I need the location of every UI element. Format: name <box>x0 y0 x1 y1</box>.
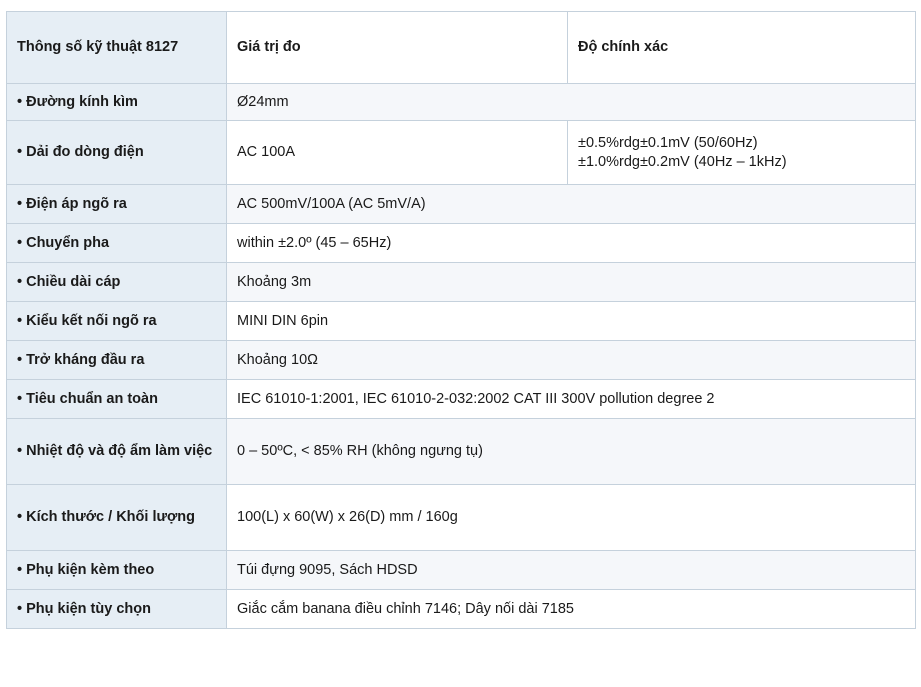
table-row: • Nhiệt độ và độ ẩm làm việc 0 – 50ºC, <… <box>6 418 916 485</box>
table-header-row: Thông số kỹ thuật 8127 Giá trị đo Độ chí… <box>6 11 916 84</box>
row-value: 100(L) x 60(W) x 26(D) mm / 160g <box>226 484 916 551</box>
row-label: • Phụ kiện tùy chọn <box>6 589 227 629</box>
row-value: AC 100A <box>226 120 568 185</box>
header-spec: Thông số kỹ thuật 8127 <box>6 11 227 84</box>
row-label: • Kiểu kết nối ngõ ra <box>6 301 227 341</box>
row-value: Khoảng 3m <box>226 262 916 302</box>
row-value: Giắc cắm banana điều chỉnh 7146; Dây nối… <box>226 589 916 629</box>
table-row: • Trở kháng đầu ra Khoảng 10Ω <box>6 340 916 380</box>
accuracy-line: ±0.5%rdg±0.1mV (50/60Hz) <box>578 134 758 151</box>
table-row: • Kích thước / Khối lượng 100(L) x 60(W)… <box>6 484 916 551</box>
table-row: • Phụ kiện kèm theo Túi đựng 9095, Sách … <box>6 550 916 590</box>
row-value: Khoảng 10Ω <box>226 340 916 380</box>
header-accuracy: Độ chính xác <box>567 11 916 84</box>
row-label: • Chuyển pha <box>6 223 227 263</box>
row-label: • Dải đo dòng điện <box>6 120 227 185</box>
table-row: • Dải đo dòng điện AC 100A ±0.5%rdg±0.1m… <box>6 120 916 185</box>
row-value: IEC 61010-1:2001, IEC 61010-2-032:2002 C… <box>226 379 916 419</box>
row-label: • Đường kính kìm <box>6 83 227 121</box>
table-row: • Chiều dài cáp Khoảng 3m <box>6 262 916 302</box>
row-value: 0 – 50ºC, < 85% RH (không ngưng tụ) <box>226 418 916 485</box>
header-value: Giá trị đo <box>226 11 568 84</box>
table-row: • Chuyển pha within ±2.0º (45 – 65Hz) <box>6 223 916 263</box>
row-label: • Phụ kiện kèm theo <box>6 550 227 590</box>
table-row: • Kiểu kết nối ngõ ra MINI DIN 6pin <box>6 301 916 341</box>
row-label: • Chiều dài cáp <box>6 262 227 302</box>
row-label: • Kích thước / Khối lượng <box>6 484 227 551</box>
row-value: Túi đựng 9095, Sách HDSD <box>226 550 916 590</box>
row-value: AC 500mV/100A (AC 5mV/A) <box>226 184 916 224</box>
table-row: • Đường kính kìm Ø24mm <box>6 83 916 121</box>
row-label: • Tiêu chuẩn an toàn <box>6 379 227 419</box>
row-value: MINI DIN 6pin <box>226 301 916 341</box>
row-label: • Nhiệt độ và độ ẩm làm việc <box>6 418 227 485</box>
table-row: • Phụ kiện tùy chọn Giắc cắm banana điều… <box>6 589 916 629</box>
row-label: • Điện áp ngõ ra <box>6 184 227 224</box>
row-value: Ø24mm <box>226 83 916 121</box>
accuracy-line: ±1.0%rdg±0.2mV (40Hz – 1kHz) <box>578 153 787 170</box>
row-label: • Trở kháng đầu ra <box>6 340 227 380</box>
table-row: • Tiêu chuẩn an toàn IEC 61010-1:2001, I… <box>6 379 916 419</box>
row-value: within ±2.0º (45 – 65Hz) <box>226 223 916 263</box>
row-accuracy: ±0.5%rdg±0.1mV (50/60Hz) ±1.0%rdg±0.2mV … <box>567 120 916 185</box>
table-row: • Điện áp ngõ ra AC 500mV/100A (AC 5mV/A… <box>6 184 916 224</box>
spec-table: Thông số kỹ thuật 8127 Giá trị đo Độ chí… <box>6 11 916 629</box>
